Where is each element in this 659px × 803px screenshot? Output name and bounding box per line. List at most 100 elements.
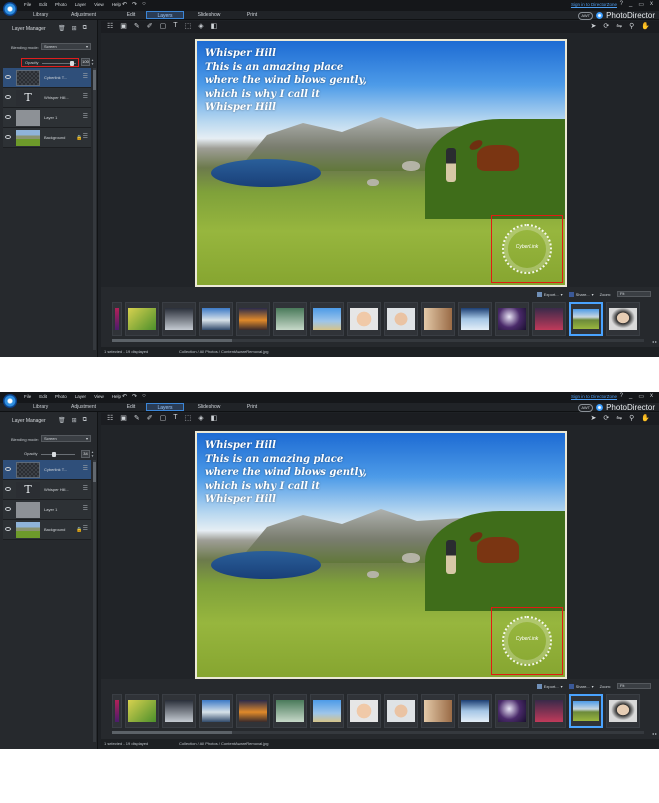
lock-icon[interactable]: 🔒: [76, 527, 82, 533]
thumbnail[interactable]: [310, 302, 344, 336]
thumbnail[interactable]: [347, 694, 381, 728]
layer-menu-icon[interactable]: ☰: [83, 133, 88, 140]
tab-print[interactable]: Print: [233, 403, 271, 411]
thumbnail[interactable]: [495, 694, 529, 728]
visibility-eye-icon[interactable]: [5, 95, 11, 99]
redo-icon[interactable]: ↷: [132, 393, 137, 400]
photo-canvas[interactable]: Whisper Hill This is an amazing place wh…: [101, 33, 659, 287]
layer-menu-icon[interactable]: ☰: [83, 73, 88, 80]
visibility-eye-icon[interactable]: [5, 487, 11, 491]
layer-menu-icon[interactable]: ☰: [83, 485, 88, 492]
tab-slideshow[interactable]: Slideshow: [190, 11, 228, 19]
text-tool-icon[interactable]: T: [173, 414, 177, 422]
menu-help[interactable]: Help: [112, 394, 121, 399]
close-button[interactable]: x: [650, 1, 653, 8]
thumbnail-selected[interactable]: [569, 694, 603, 728]
visibility-eye-icon[interactable]: [5, 507, 11, 511]
tab-edit[interactable]: Edit: [112, 403, 150, 411]
visibility-eye-icon[interactable]: [5, 135, 11, 139]
layer-row[interactable]: Cyberlink T... ☰: [3, 68, 91, 88]
pointer-icon[interactable]: ➤: [591, 414, 597, 422]
blending-mode-select[interactable]: Screen ▾: [41, 435, 91, 442]
layer-view-icon[interactable]: ☷: [107, 414, 113, 422]
tab-library[interactable]: Library: [33, 12, 48, 18]
mask-icon[interactable]: ◧: [211, 414, 218, 422]
brush-icon[interactable]: ✎: [134, 22, 140, 30]
delete-layer-icon[interactable]: 🗑: [58, 417, 66, 424]
badge[interactable]: AWT: [578, 11, 594, 20]
menu-edit[interactable]: Edit: [39, 394, 47, 399]
maximize-button[interactable]: ▭: [638, 393, 644, 400]
thumbnail[interactable]: [384, 302, 418, 336]
layer-options-icon[interactable]: ⧉: [83, 417, 87, 424]
app-logo-icon[interactable]: [3, 394, 17, 408]
export-button[interactable]: Export... ▾: [536, 291, 563, 297]
zoom-select[interactable]: Fit: [617, 291, 651, 297]
layer-row[interactable]: Background 🔒 ☰: [3, 128, 91, 148]
layer-row[interactable]: T Whisper Hill... ☰: [3, 88, 91, 108]
menu-view[interactable]: View: [94, 394, 104, 399]
thumbnail[interactable]: [310, 694, 344, 728]
close-button[interactable]: x: [650, 393, 653, 400]
canvas-icon[interactable]: ▣: [120, 22, 127, 30]
tab-layers[interactable]: Layers: [146, 11, 184, 19]
add-layer-icon[interactable]: ⊞: [72, 417, 77, 424]
menu-file[interactable]: File: [24, 2, 31, 7]
help-button[interactable]: ?: [620, 393, 623, 400]
opacity-slider[interactable]: [41, 452, 75, 457]
scroll-arrows-icon[interactable]: ◂ ▸: [652, 339, 657, 344]
photo-canvas[interactable]: Whisper Hill This is an amazing place wh…: [101, 425, 659, 679]
opacity-slider-thumb[interactable]: [52, 452, 56, 457]
selection-icon[interactable]: ⬚: [185, 22, 192, 30]
thumbnail[interactable]: [273, 302, 307, 336]
thumbnail[interactable]: [273, 694, 307, 728]
eraser-icon[interactable]: ✐: [147, 22, 153, 30]
menu-layer[interactable]: Layer: [75, 394, 86, 399]
mask-icon[interactable]: ◧: [211, 22, 218, 30]
layer-menu-icon[interactable]: ☰: [83, 93, 88, 100]
landscape-photo[interactable]: Whisper Hill This is an amazing place wh…: [195, 431, 567, 679]
tab-edit[interactable]: Edit: [112, 11, 150, 19]
film-strip-scrollbar[interactable]: [112, 731, 644, 734]
minimize-button[interactable]: _: [629, 1, 632, 8]
opacity-value-input[interactable]: 34: [81, 450, 90, 458]
thumbnail[interactable]: [606, 694, 640, 728]
layer-view-icon[interactable]: ☷: [107, 22, 113, 30]
layer-options-icon[interactable]: ⧉: [83, 25, 87, 32]
rectangle-icon[interactable]: ▢: [160, 22, 167, 30]
zoom-select[interactable]: Fit: [617, 683, 651, 689]
thumbnail[interactable]: [125, 302, 159, 336]
visibility-eye-icon[interactable]: [5, 527, 11, 531]
thumbnail[interactable]: [532, 694, 566, 728]
hand-icon[interactable]: ✋: [641, 414, 650, 422]
layer-row[interactable]: Layer 1 ☰: [3, 500, 91, 520]
thumbnail[interactable]: [162, 302, 196, 336]
fill-icon[interactable]: ◈: [198, 22, 203, 30]
zoom-icon[interactable]: ⚲: [629, 414, 634, 422]
opacity-stepper-icon[interactable]: ▲ ▼: [91, 450, 94, 458]
visibility-eye-icon[interactable]: [5, 115, 11, 119]
delete-layer-icon[interactable]: 🗑: [58, 25, 66, 32]
text-tool-icon[interactable]: T: [173, 22, 177, 30]
layer-menu-icon[interactable]: ☰: [83, 465, 88, 472]
thumbnail[interactable]: [236, 302, 270, 336]
layer-menu-icon[interactable]: ☰: [83, 113, 88, 120]
thumbnail[interactable]: [421, 302, 455, 336]
tab-print[interactable]: Print: [233, 11, 271, 19]
thumbnail[interactable]: [199, 302, 233, 336]
help-button[interactable]: ?: [620, 1, 623, 8]
add-layer-icon[interactable]: ⊞: [72, 25, 77, 32]
visibility-eye-icon[interactable]: [5, 467, 11, 471]
blending-mode-select[interactable]: Screen ▾: [41, 43, 91, 50]
thumbnail-selected[interactable]: [569, 302, 603, 336]
thumbnail[interactable]: [532, 302, 566, 336]
hand-icon[interactable]: ✋: [641, 22, 650, 30]
thumbnail[interactable]: [347, 302, 381, 336]
visibility-eye-icon[interactable]: [5, 75, 11, 79]
lock-icon[interactable]: 🔒: [76, 135, 82, 141]
film-strip-scrollbar[interactable]: [112, 339, 644, 342]
thumbnail[interactable]: [162, 694, 196, 728]
thumbnail[interactable]: [236, 694, 270, 728]
app-logo-icon[interactable]: [3, 2, 17, 16]
pointer-icon[interactable]: ➤: [591, 22, 597, 30]
